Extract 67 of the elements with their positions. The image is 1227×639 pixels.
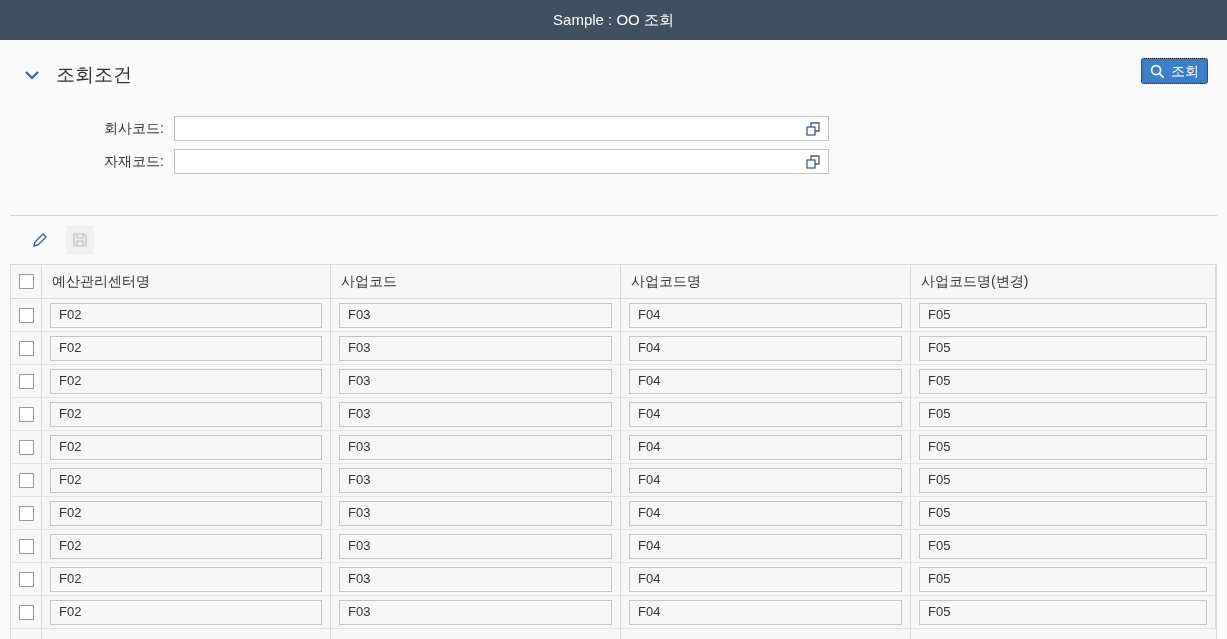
cell-input[interactable]: F03 <box>339 368 612 394</box>
cell-input[interactable]: F04 <box>629 302 902 328</box>
cell-input[interactable]: F03 <box>339 599 612 625</box>
cell-input[interactable]: F02 <box>50 500 322 526</box>
cell-input[interactable]: F04 <box>629 368 902 394</box>
cell-input[interactable]: F04 <box>629 500 902 526</box>
checkbox[interactable] <box>18 604 34 620</box>
cell-input[interactable]: F03 <box>339 335 612 361</box>
cell-input[interactable]: F02 <box>50 434 322 460</box>
checkbox[interactable] <box>18 439 34 455</box>
cell-input[interactable]: F03 <box>339 533 612 559</box>
search-icon <box>1150 63 1165 79</box>
cell-input[interactable]: F04 <box>629 434 902 460</box>
cell-input[interactable]: F03 <box>339 401 612 427</box>
cell-input[interactable]: F02 <box>50 533 322 559</box>
column-header: 사업코드명(변경) <box>921 272 1029 291</box>
pencil-icon[interactable] <box>32 232 48 248</box>
cell-input[interactable]: F03 <box>339 434 612 460</box>
field-label: 회사코드: <box>103 119 164 138</box>
checkbox[interactable] <box>18 538 34 554</box>
chevron-icon[interactable] <box>24 70 40 81</box>
cell-input[interactable]: F02 <box>50 302 322 328</box>
cell-input[interactable]: F03 <box>339 467 612 493</box>
window-title: Sample : OO 조회 <box>553 9 674 30</box>
input-field[interactable] <box>174 149 829 174</box>
cell-input[interactable]: F04 <box>629 467 902 493</box>
column-header: 사업코드 <box>341 272 397 291</box>
column-header: 사업코드명 <box>631 272 701 291</box>
cell-input[interactable]: F02 <box>50 566 322 592</box>
checkbox[interactable] <box>18 373 34 389</box>
search-button[interactable]: 조회 <box>1141 58 1208 84</box>
cell-input[interactable]: F04 <box>629 599 902 625</box>
cell-input[interactable]: F05 <box>919 302 1207 328</box>
cell-input[interactable]: F04 <box>629 533 902 559</box>
cell-input[interactable]: F05 <box>919 368 1207 394</box>
checkbox[interactable] <box>18 571 34 587</box>
cell-input[interactable]: F05 <box>919 533 1207 559</box>
checkbox[interactable] <box>18 274 34 289</box>
checkbox[interactable] <box>18 505 34 521</box>
cell-input[interactable]: F02 <box>50 401 322 427</box>
cell-input[interactable]: F02 <box>50 335 322 361</box>
cell-input[interactable]: F05 <box>919 434 1207 460</box>
value-help-icon[interactable] <box>806 154 820 169</box>
input-field[interactable] <box>174 116 829 141</box>
cell-input[interactable]: F04 <box>629 401 902 427</box>
cell-input[interactable]: F05 <box>919 500 1207 526</box>
cell-input[interactable]: F02 <box>50 368 322 394</box>
cell-input[interactable]: F05 <box>919 467 1207 493</box>
cell-input[interactable]: F05 <box>919 599 1207 625</box>
cell-input[interactable]: F03 <box>339 302 612 328</box>
field-label: 자재코드: <box>103 152 164 171</box>
checkbox[interactable] <box>18 340 34 356</box>
cell-input[interactable]: F05 <box>919 566 1207 592</box>
checkbox[interactable] <box>18 307 34 323</box>
cell-input[interactable]: F03 <box>339 500 612 526</box>
cell-input[interactable]: F05 <box>919 401 1207 427</box>
cell-input[interactable]: F03 <box>339 566 612 592</box>
cell-input[interactable]: F05 <box>919 335 1207 361</box>
value-help-icon[interactable] <box>806 121 820 136</box>
cell-input[interactable]: F02 <box>50 599 322 625</box>
checkbox[interactable] <box>18 406 34 422</box>
column-header: 예산관리센터명 <box>52 272 150 291</box>
cell-input[interactable]: F04 <box>629 566 902 592</box>
cell-input[interactable]: F02 <box>50 467 322 493</box>
panel-title: 조회조건 <box>56 63 132 87</box>
checkbox[interactable] <box>18 472 34 488</box>
cell-input[interactable]: F04 <box>629 335 902 361</box>
